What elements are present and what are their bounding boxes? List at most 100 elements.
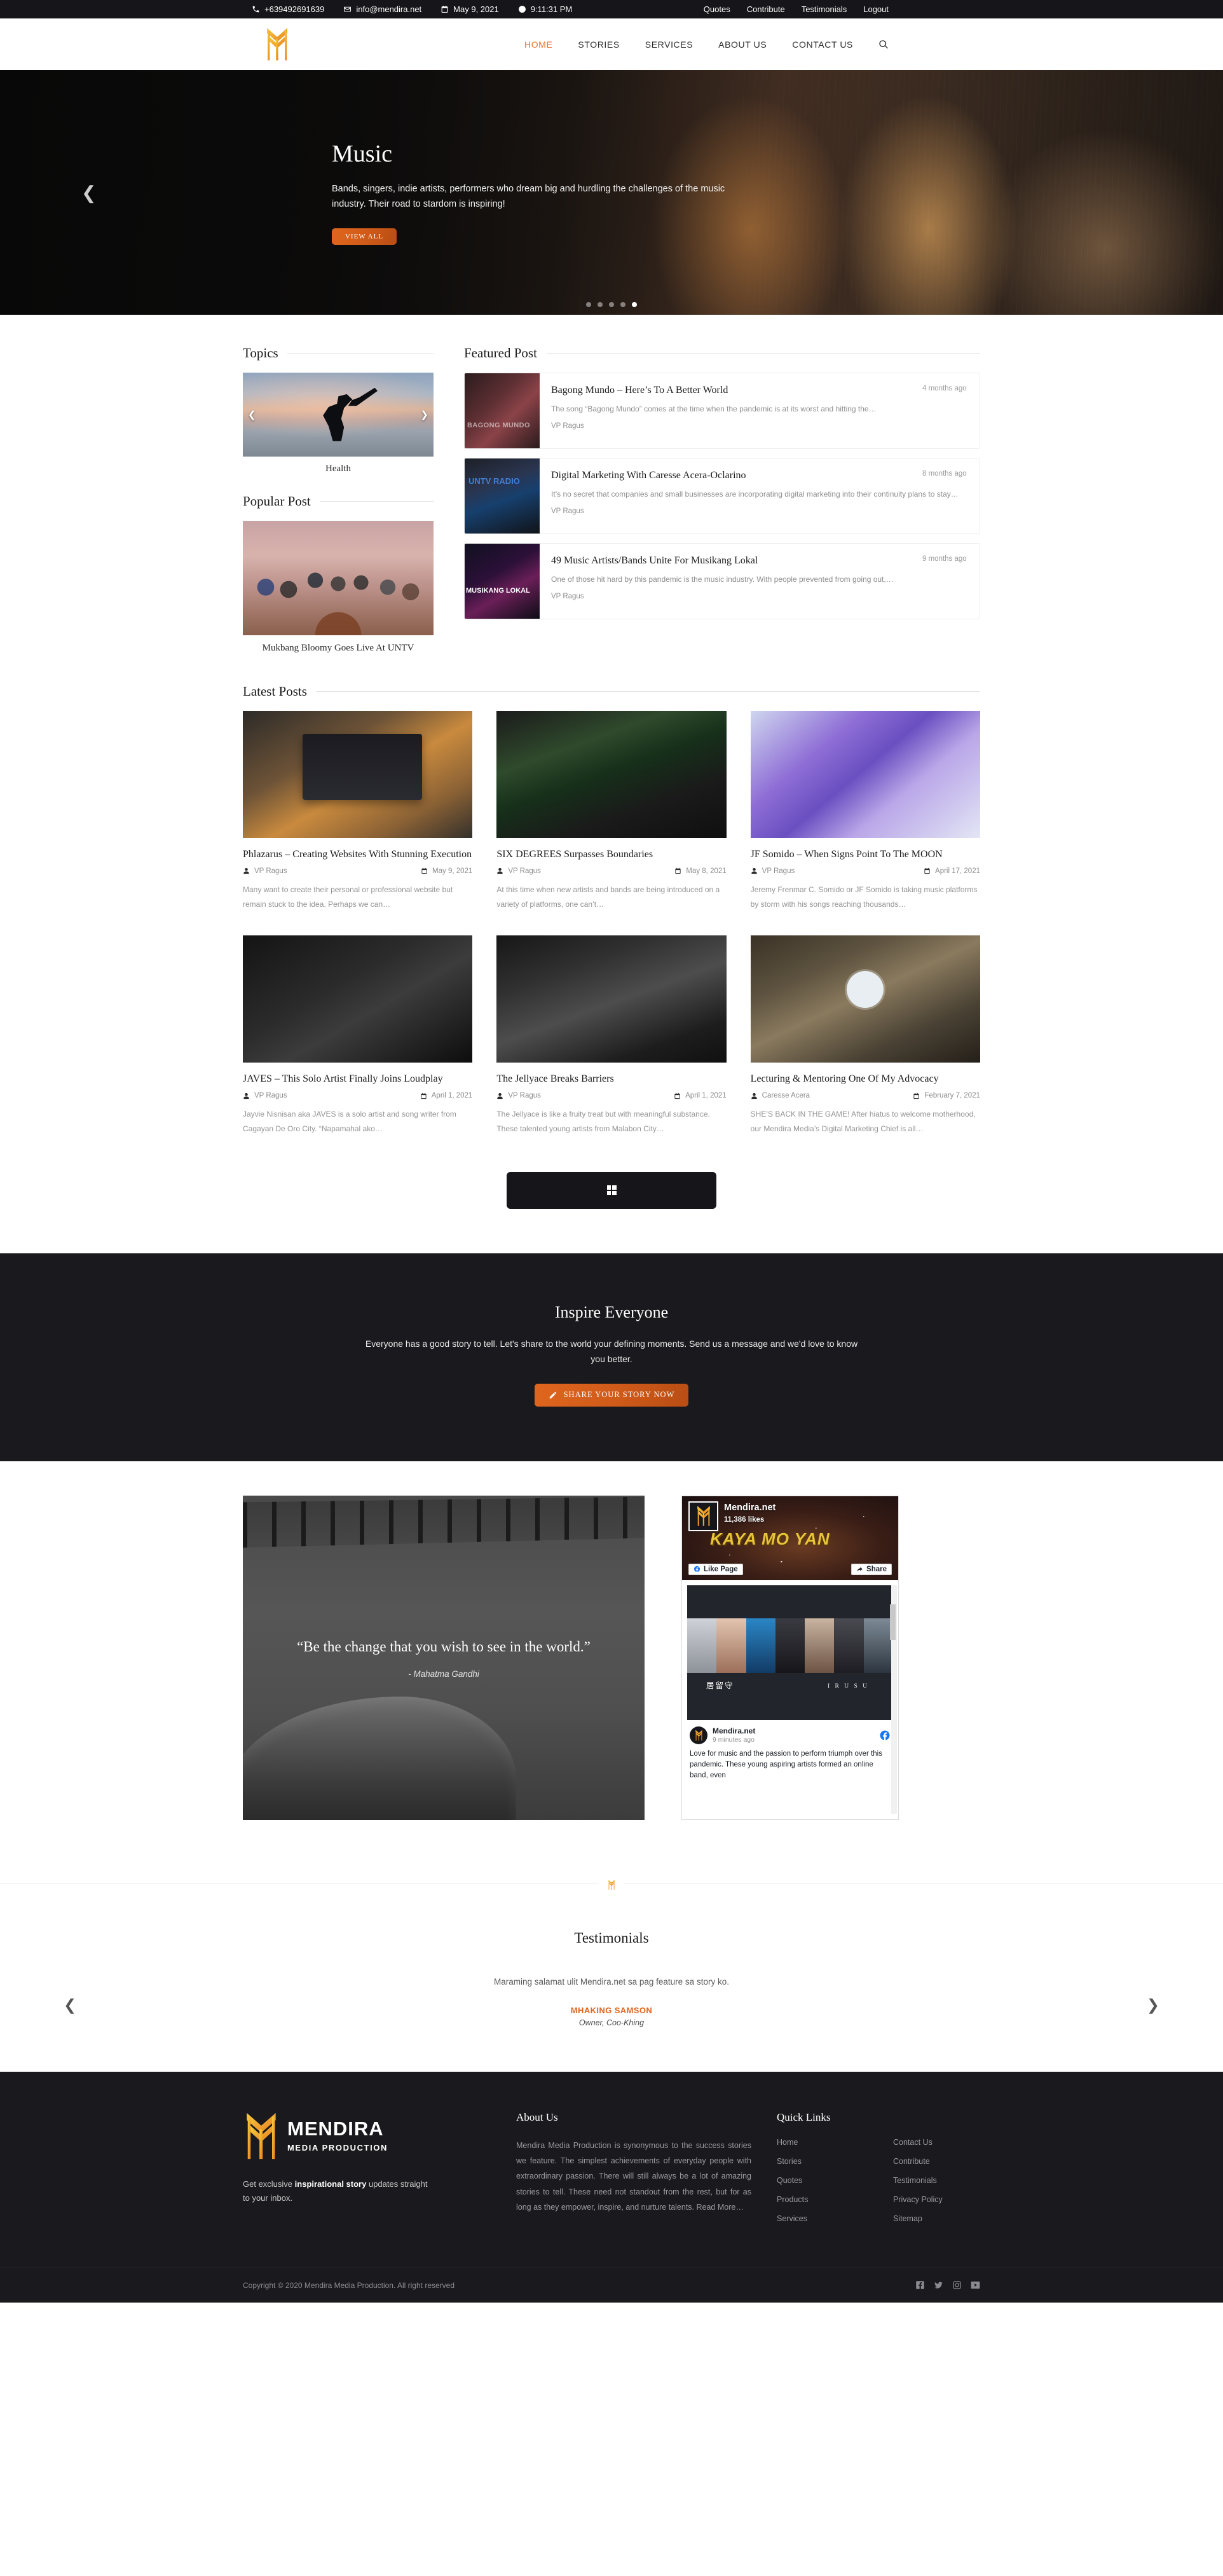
- topic-next-arrow[interactable]: ❯: [420, 409, 428, 420]
- latest-posts-grid: Phlazarus – Creating Websites With Stunn…: [243, 711, 980, 1136]
- latest-post-excerpt: SHE’S BACK IN THE GAME! After hiatus to …: [750, 1110, 976, 1133]
- nav-item-home[interactable]: HOME: [524, 39, 552, 50]
- author-icon: [497, 868, 503, 874]
- featured-post-author: VP Ragus: [551, 422, 584, 430]
- hero-view-all-button[interactable]: VIEW ALL: [332, 228, 397, 245]
- latest-post-card[interactable]: JF Somido – When Signs Point To The MOON…: [750, 711, 980, 911]
- facebook-feed: 居留守 I R U S U Mendira.net 9 minutes ago …: [682, 1580, 898, 1819]
- latest-post-date: April 17, 2021: [935, 867, 980, 875]
- footer-link-testimonials[interactable]: Testimonials: [893, 2176, 980, 2185]
- footer-brand-tagline: MEDIA PRODUCTION: [287, 2143, 388, 2153]
- calendar-icon: [421, 1092, 427, 1099]
- hero-dot-3[interactable]: [609, 302, 614, 307]
- footer-link-privacy-policy[interactable]: Privacy Policy: [893, 2195, 980, 2204]
- facebook-like-page-button[interactable]: Like Page: [688, 1563, 743, 1575]
- top-bar: +639492691639 info@mendira.net May 9, 20…: [0, 0, 1223, 18]
- footer-link-contribute[interactable]: Contribute: [893, 2157, 980, 2166]
- site-logo[interactable]: [264, 27, 290, 62]
- nav-item-stories[interactable]: STORIES: [578, 39, 619, 50]
- facebook-post-header: Mendira.net 9 minutes ago: [687, 1720, 893, 1744]
- newsletter-highlight: inspirational story: [294, 2179, 367, 2189]
- testimonials-section: Testimonials Maraming salamat ulit Mendi…: [0, 1901, 1223, 2072]
- featured-post-title[interactable]: 49 Music Artists/Bands Unite For Musikan…: [551, 554, 913, 568]
- featured-post-title[interactable]: Digital Marketing With Caresse Acera-Ocl…: [551, 469, 913, 483]
- topic-prev-arrow[interactable]: ❮: [248, 409, 256, 420]
- featured-post-item[interactable]: 49 Music Artists/Bands Unite For Musikan…: [464, 543, 980, 619]
- share-story-button[interactable]: SHARE YOUR STORY NOW: [534, 1383, 689, 1407]
- footer-about-column: About Us Mendira Media Production is syn…: [516, 2111, 751, 2233]
- latest-post-card[interactable]: Phlazarus – Creating Websites With Stunn…: [243, 711, 473, 911]
- latest-post-title[interactable]: Phlazarus – Creating Websites With Stunn…: [243, 848, 472, 862]
- latest-post-card[interactable]: The Jellyace Breaks Barriers VP Ragus Ap…: [496, 935, 727, 1136]
- nav-item-services[interactable]: SERVICES: [645, 39, 693, 50]
- latest-post-title[interactable]: SIX DEGREES Surpasses Boundaries: [496, 848, 726, 862]
- topic-card[interactable]: ❮ ❯ Health: [243, 373, 434, 474]
- latest-post-title[interactable]: The Jellyace Breaks Barriers: [496, 1072, 726, 1086]
- facebook-feed-scrollbar[interactable]: [890, 1585, 897, 1814]
- testimonials-heading: Testimonials: [574, 1929, 649, 1946]
- nav-item-about-us[interactable]: ABOUT US: [718, 39, 767, 50]
- latest-post-author: VP Ragus: [254, 1092, 287, 1100]
- facebook-scrollbar-thumb[interactable]: [890, 1604, 896, 1640]
- phone-item[interactable]: +639492691639: [252, 4, 324, 14]
- latest-post-card[interactable]: JAVES – This Solo Artist Finally Joins L…: [243, 935, 473, 1136]
- hero-prev-arrow[interactable]: ❮: [81, 182, 96, 203]
- footer-logo[interactable]: MENDIRA MEDIA PRODUCTION: [243, 2111, 491, 2161]
- latest-post-card[interactable]: Lecturing & Mentoring One Of My Advocacy…: [750, 935, 980, 1136]
- footer-link-products[interactable]: Products: [777, 2195, 864, 2204]
- latest-post-excerpt: Jeremy Frenmar C. Somido or JF Somido is…: [750, 885, 978, 909]
- hero-dot-1[interactable]: [586, 302, 591, 307]
- hero-dots: [0, 302, 1223, 307]
- latest-post-author: Caresse Acera: [762, 1092, 810, 1100]
- footer-link-quotes[interactable]: Quotes: [777, 2176, 864, 2185]
- facebook-icon[interactable]: [915, 2280, 925, 2290]
- latest-posts-heading-text: Latest Posts: [243, 684, 307, 699]
- top-bar-links: Quotes Contribute Testimonials Logout: [704, 4, 889, 14]
- latest-posts-section: Latest Posts Phlazarus – Creating Websit…: [243, 654, 980, 1253]
- mendira-logo-icon: [267, 28, 287, 60]
- latest-post-card[interactable]: SIX DEGREES Surpasses Boundaries VP Ragu…: [496, 711, 727, 911]
- latest-post-image: [750, 711, 980, 839]
- topbar-link-testimonials[interactable]: Testimonials: [802, 4, 847, 14]
- hero-dot-4[interactable]: [620, 302, 625, 307]
- featured-post-excerpt: One of those hit hard by this pandemic i…: [551, 574, 894, 584]
- current-time: 9:11:31 PM: [530, 4, 573, 14]
- featured-post-excerpt: The song “Bagong Mundo” comes at the tim…: [551, 404, 877, 413]
- quote-text: “Be the change that you wish to see in t…: [297, 1639, 591, 1655]
- facebook-share-button[interactable]: Share: [851, 1563, 892, 1575]
- inspire-text: Everyone has a good story to tell. Let's…: [365, 1338, 858, 1365]
- latest-post-title[interactable]: Lecturing & Mentoring One Of My Advocacy: [751, 1072, 980, 1086]
- featured-post-item[interactable]: Digital Marketing With Caresse Acera-Ocl…: [464, 458, 980, 534]
- footer-link-stories[interactable]: Stories: [777, 2157, 864, 2166]
- footer-link-contact-us[interactable]: Contact Us: [893, 2138, 980, 2147]
- social-links: [915, 2280, 980, 2290]
- load-more-button[interactable]: [507, 1171, 716, 1209]
- hero-dot-2[interactable]: [598, 302, 603, 307]
- latest-post-title[interactable]: JAVES – This Solo Artist Finally Joins L…: [243, 1072, 472, 1086]
- topbar-link-contribute[interactable]: Contribute: [747, 4, 785, 14]
- instagram-icon[interactable]: [952, 2280, 962, 2290]
- featured-post-thumbnail: [465, 458, 540, 534]
- youtube-icon[interactable]: [971, 2280, 980, 2290]
- popular-post-image: [243, 521, 434, 635]
- testimonial-prev-arrow[interactable]: ❮: [64, 1996, 76, 2015]
- featured-post-item[interactable]: Bagong Mundo – Here’s To A Better World …: [464, 373, 980, 449]
- latest-post-title[interactable]: JF Somido – When Signs Point To The MOON: [751, 848, 980, 862]
- testimonial-next-arrow[interactable]: ❯: [1147, 1996, 1159, 2015]
- footer-link-services[interactable]: Services: [777, 2214, 864, 2223]
- topics-featured-section: Topics ❮ ❯ Health Popular Post Mukbang B…: [243, 315, 980, 654]
- twitter-icon[interactable]: [934, 2280, 943, 2290]
- search-icon[interactable]: [878, 39, 889, 50]
- popular-post-card[interactable]: Mukbang Bloomy Goes Live At UNTV: [243, 521, 434, 654]
- latest-post-excerpt: Many want to create their personal or pr…: [243, 885, 453, 909]
- topics-heading-rule: [287, 353, 434, 354]
- nav-item-contact-us[interactable]: CONTACT US: [792, 39, 853, 50]
- footer-brand-name: MENDIRA: [287, 2118, 384, 2140]
- featured-post-title[interactable]: Bagong Mundo – Here’s To A Better World: [551, 383, 913, 397]
- topbar-link-logout[interactable]: Logout: [863, 4, 889, 14]
- topbar-link-quotes[interactable]: Quotes: [704, 4, 730, 14]
- footer-link-home[interactable]: Home: [777, 2138, 864, 2147]
- hero-dot-5[interactable]: [632, 302, 637, 307]
- footer-link-sitemap[interactable]: Sitemap: [893, 2214, 980, 2223]
- email-item[interactable]: info@mendira.net: [343, 4, 421, 14]
